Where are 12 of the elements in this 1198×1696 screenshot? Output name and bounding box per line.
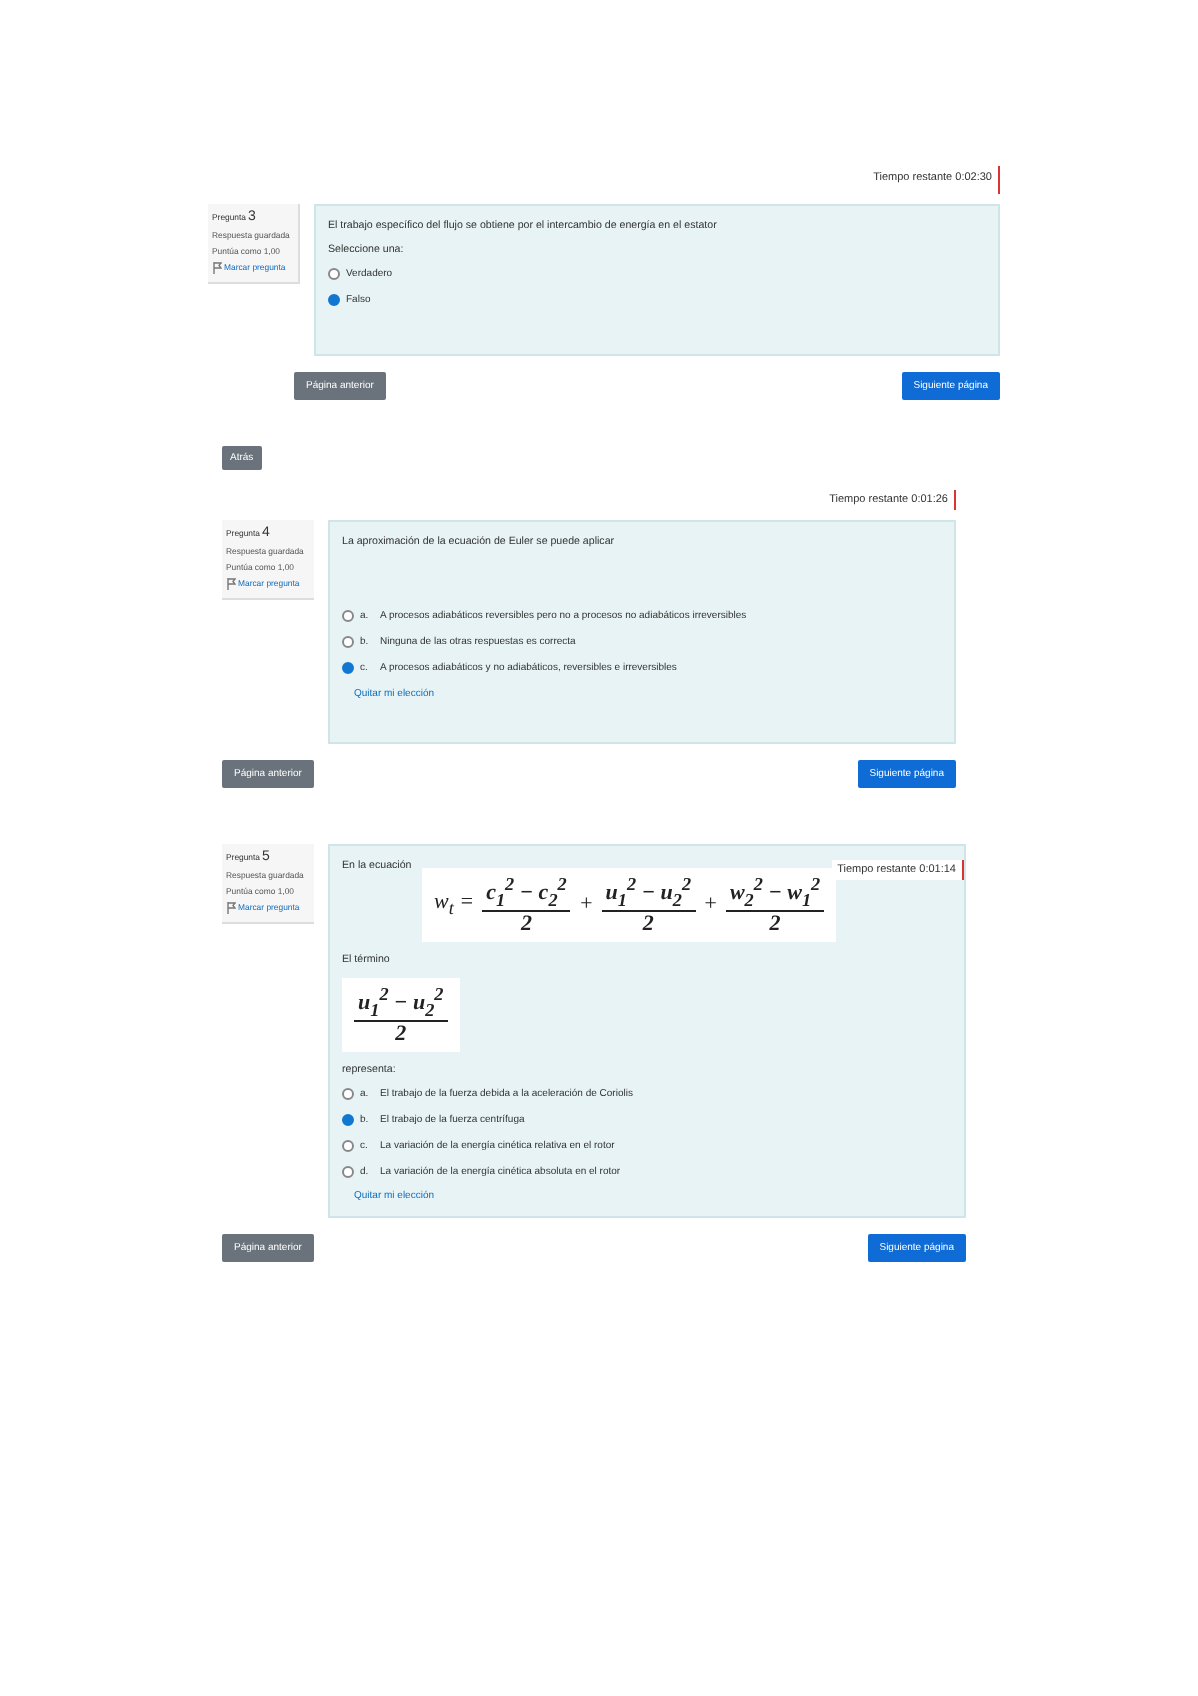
flag-icon[interactable] [212,262,222,274]
radio-button[interactable] [342,1139,354,1152]
radio-button[interactable] [342,1165,354,1178]
flag-icon[interactable] [226,578,236,590]
radio-button[interactable] [342,610,354,622]
radio-button[interactable] [342,662,354,674]
radio-button[interactable] [342,1113,354,1126]
radio-button[interactable] [328,294,340,306]
radio-button[interactable] [342,636,354,648]
radio-button[interactable] [342,1087,354,1100]
radio-button[interactable] [328,268,340,280]
flag-icon[interactable] [226,902,236,914]
